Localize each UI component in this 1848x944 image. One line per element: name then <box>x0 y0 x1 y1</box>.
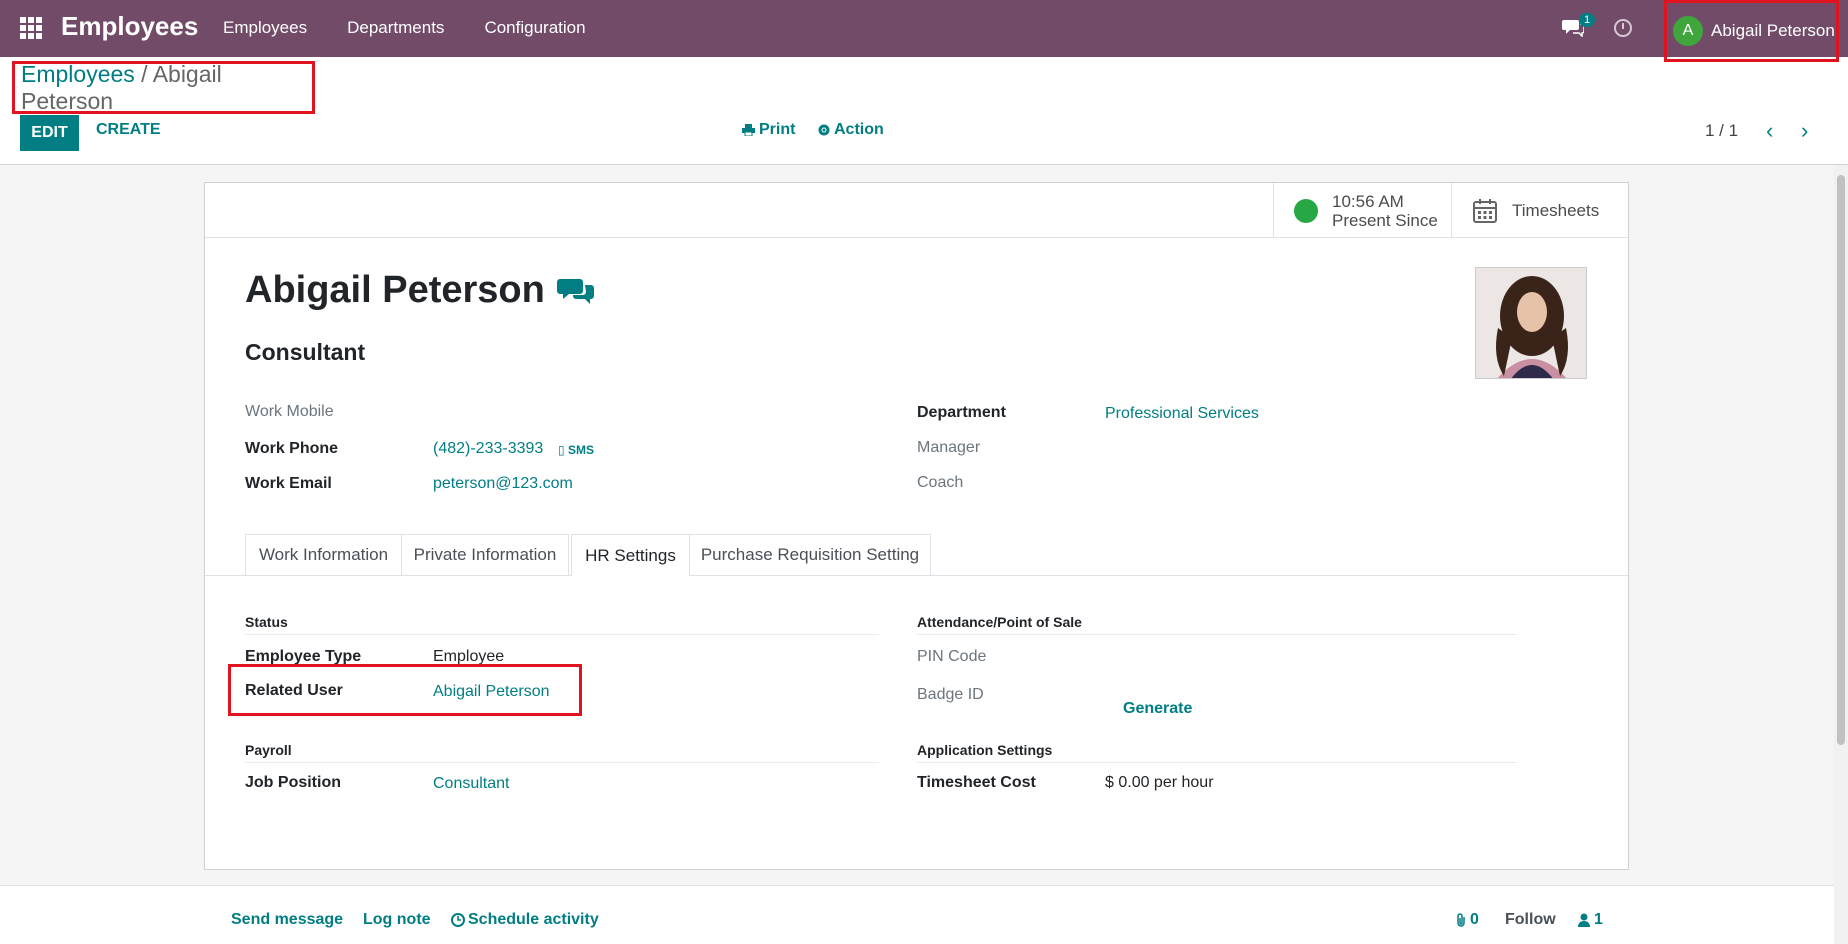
attachments-button[interactable]: 0 <box>1455 911 1479 929</box>
attendance-section-divider <box>917 634 1517 635</box>
form-sheet: 10:56 AM Present Since Timesheets Abigai… <box>204 182 1629 870</box>
work-email-label: Work Email <box>245 475 332 492</box>
clock-icon <box>451 913 465 927</box>
department-value[interactable]: Professional Services <box>1105 405 1259 423</box>
coach-label: Coach <box>917 474 964 491</box>
employee-avatar-image <box>1476 268 1586 378</box>
related-user-highlight <box>228 664 582 716</box>
top-navbar: Employees Employees Departments Configur… <box>0 0 1848 62</box>
attendance-section-title: Attendance/Point of Sale <box>917 614 1082 630</box>
chat-bubble-icon[interactable] <box>556 275 597 307</box>
badge-id-label: Badge ID <box>917 686 984 703</box>
scrollbar-thumb[interactable] <box>1837 175 1845 745</box>
send-message-button[interactable]: Send message <box>231 911 343 929</box>
employee-photo[interactable] <box>1475 267 1587 379</box>
main-menu: Employees Departments Configuration <box>223 18 626 38</box>
work-phone-label: Work Phone <box>245 440 339 457</box>
timesheet-cost-value[interactable]: $ 0.00 per hour <box>1105 774 1214 792</box>
user-name: Abigail Peterson <box>1711 21 1835 40</box>
followers-count: 1 <box>1594 911 1603 928</box>
employee-name: Abigail Peterson <box>245 269 545 311</box>
attendance-time: 10:56 AM <box>1332 191 1404 211</box>
job-position-value[interactable]: Consultant <box>433 775 510 793</box>
breadcrumb-employees[interactable]: Employees <box>21 61 135 87</box>
messages-badge: 1 <box>1579 13 1596 27</box>
work-phone-value[interactable]: (482)-233-3393 <box>433 440 543 458</box>
sms-label: SMS <box>567 443 594 457</box>
breadcrumb: Employees / Abigail Peterson <box>12 61 315 114</box>
work-mobile-label: Work Mobile <box>245 403 334 420</box>
activity-clock-icon[interactable] <box>1614 19 1632 37</box>
user-avatar: A <box>1673 16 1703 46</box>
timesheets-label: Timesheets <box>1512 200 1600 220</box>
attendance-stat-button[interactable]: 10:56 AM Present Since <box>1273 183 1451 238</box>
tab-hr-settings[interactable]: HR Settings <box>571 534 690 577</box>
sms-button[interactable]: ▯ SMS <box>558 443 594 457</box>
schedule-activity-button[interactable]: Schedule activity <box>451 911 599 929</box>
status-section-divider <box>245 634 879 635</box>
chatter-divider <box>0 885 1834 886</box>
action-button[interactable]: Action <box>818 121 884 139</box>
gear-icon <box>818 124 830 136</box>
work-email-value[interactable]: peterson@123.com <box>433 475 573 493</box>
form-tabs: Work Information Private Information HR … <box>205 534 1628 577</box>
edit-button[interactable]: EDIT <box>20 115 79 151</box>
tab-purchase-requisition-setting[interactable]: Purchase Requisition Setting <box>689 534 931 576</box>
menu-configuration[interactable]: Configuration <box>484 18 585 38</box>
timesheets-stat-button[interactable]: Timesheets <box>1451 183 1628 238</box>
log-note-button[interactable]: Log note <box>363 911 431 929</box>
schedule-activity-label: Schedule activity <box>468 911 599 928</box>
timesheet-cost-label: Timesheet Cost <box>917 774 1036 791</box>
tab-private-information[interactable]: Private Information <box>401 534 569 576</box>
print-label: Print <box>759 121 796 138</box>
payroll-section-title: Payroll <box>245 742 292 758</box>
stat-button-box: 10:56 AM Present Since Timesheets <box>205 183 1628 238</box>
print-icon <box>742 124 755 136</box>
calendar-icon <box>1473 198 1497 223</box>
user-icon <box>1578 913 1590 927</box>
job-position-label: Job Position <box>245 774 341 791</box>
app-settings-section-divider <box>917 762 1517 763</box>
follow-button[interactable]: Follow <box>1505 911 1556 929</box>
status-section-title: Status <box>245 614 288 630</box>
breadcrumb-separator: / <box>134 60 153 87</box>
apps-menu-icon[interactable] <box>20 17 42 39</box>
department-label: Department <box>917 404 1006 421</box>
pager-previous-icon[interactable]: ‹ <box>1766 118 1773 144</box>
app-settings-section-title: Application Settings <box>917 742 1053 758</box>
attachments-count: 0 <box>1470 911 1479 928</box>
employee-name-heading: Abigail Peterson <box>245 269 597 312</box>
pager-value[interactable]: 1 / 1 <box>1705 121 1738 141</box>
followers-button[interactable]: 1 <box>1578 911 1603 929</box>
menu-departments[interactable]: Departments <box>347 18 444 38</box>
employee-job-title[interactable]: Consultant <box>245 339 365 366</box>
presence-status-icon <box>1294 198 1318 223</box>
pager-next-icon[interactable]: › <box>1801 118 1808 144</box>
user-menu[interactable]: A Abigail Peterson <box>1664 0 1839 62</box>
manager-label: Manager <box>917 439 981 456</box>
print-button[interactable]: Print <box>742 121 795 139</box>
tab-work-information[interactable]: Work Information <box>245 534 402 576</box>
pin-code-label: PIN Code <box>917 648 987 665</box>
payroll-section-divider <box>245 762 879 763</box>
attendance-label: Present Since <box>1332 210 1438 230</box>
paperclip-icon <box>1457 912 1465 927</box>
app-name[interactable]: Employees <box>61 11 198 42</box>
scrollbar[interactable] <box>1834 165 1848 944</box>
action-label: Action <box>834 121 884 138</box>
menu-employees[interactable]: Employees <box>223 18 307 38</box>
generate-badge-button[interactable]: Generate <box>1123 700 1192 718</box>
create-button[interactable]: CREATE <box>96 121 161 139</box>
